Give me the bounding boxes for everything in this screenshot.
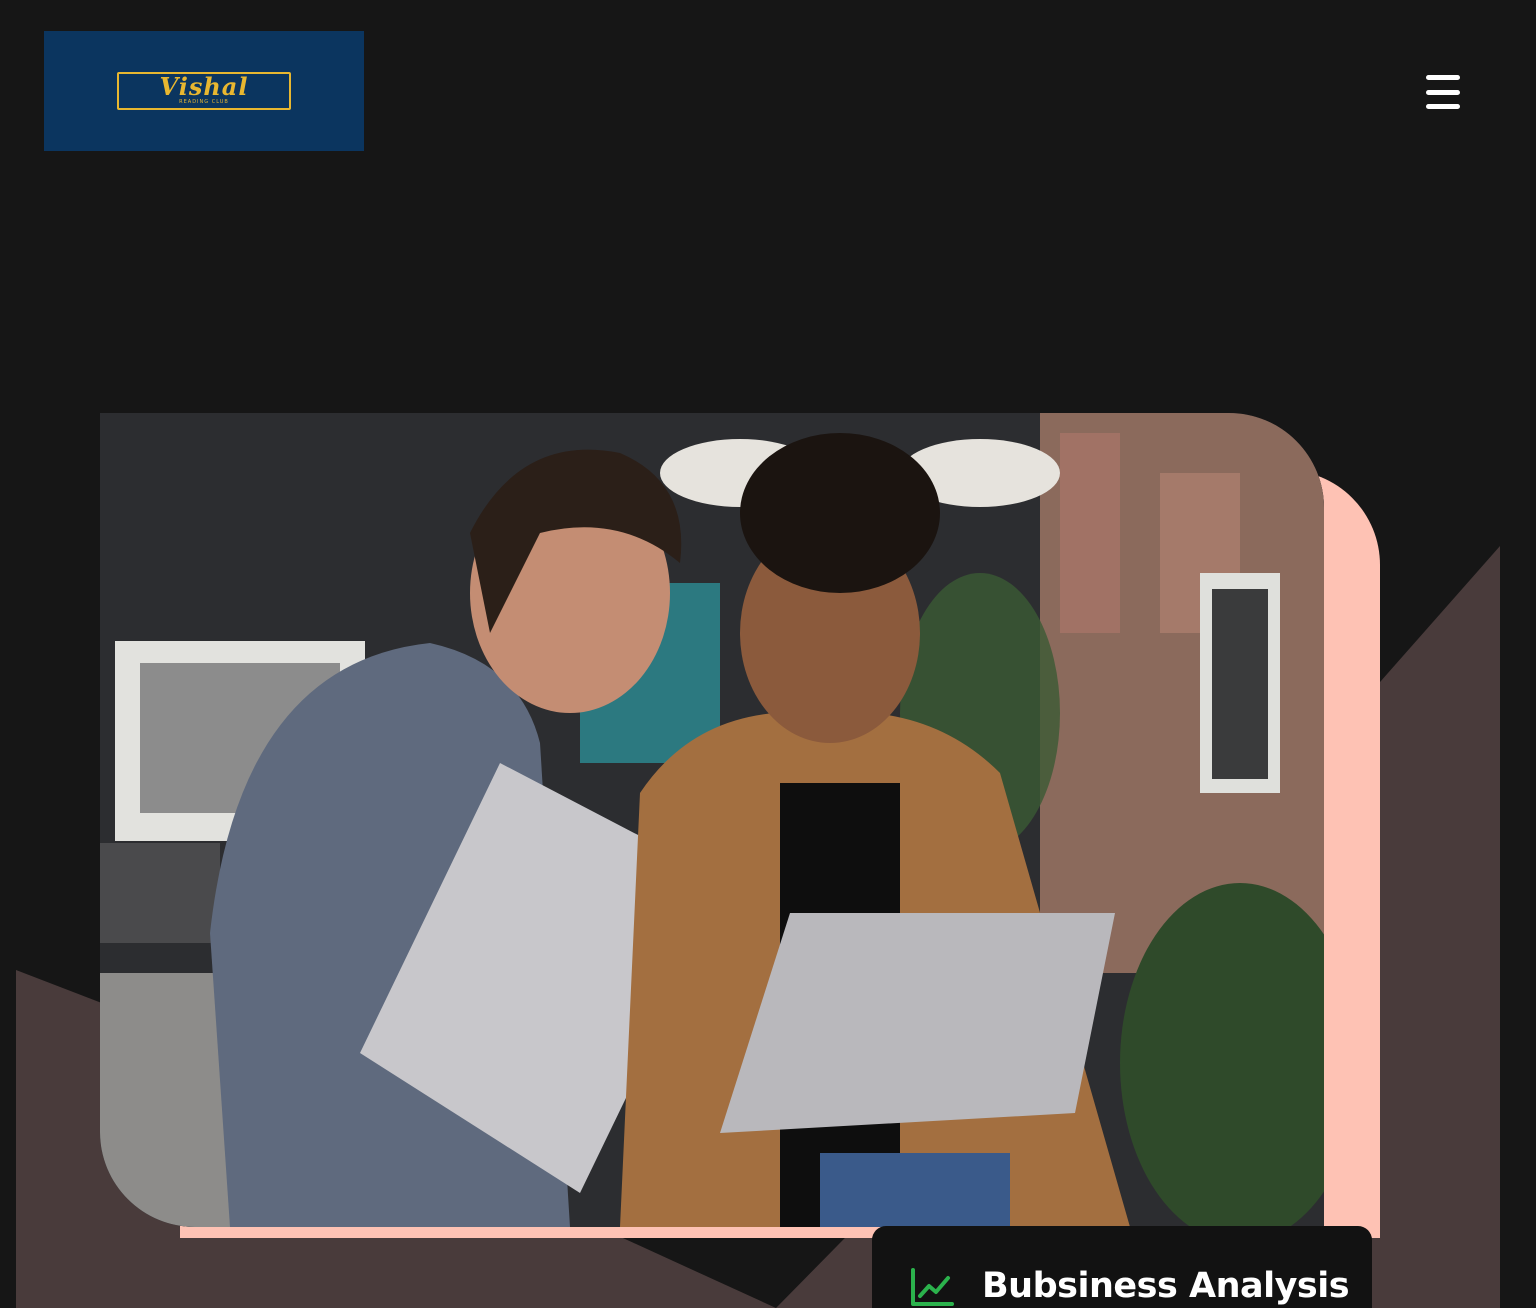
hamburger-menu-icon[interactable] — [1420, 72, 1466, 112]
logo-badge: Vishal READING CLUB — [117, 72, 291, 110]
menu-bar-middle — [1426, 89, 1460, 95]
menu-bar-bottom — [1426, 104, 1460, 109]
hero-image — [100, 413, 1324, 1227]
menu-bar-top — [1426, 75, 1460, 80]
logo-text: Vishal — [159, 72, 249, 101]
page: Vishal READING CLUB Bubsiness Analysis — [0, 0, 1536, 1308]
site-logo[interactable]: Vishal READING CLUB — [44, 31, 364, 151]
feature-title: Bubsiness Analysis — [982, 1266, 1350, 1306]
logo-subtext: READING CLUB — [179, 99, 229, 105]
line-chart-icon — [911, 1268, 954, 1306]
feature-card[interactable]: Bubsiness Analysis — [872, 1226, 1372, 1308]
